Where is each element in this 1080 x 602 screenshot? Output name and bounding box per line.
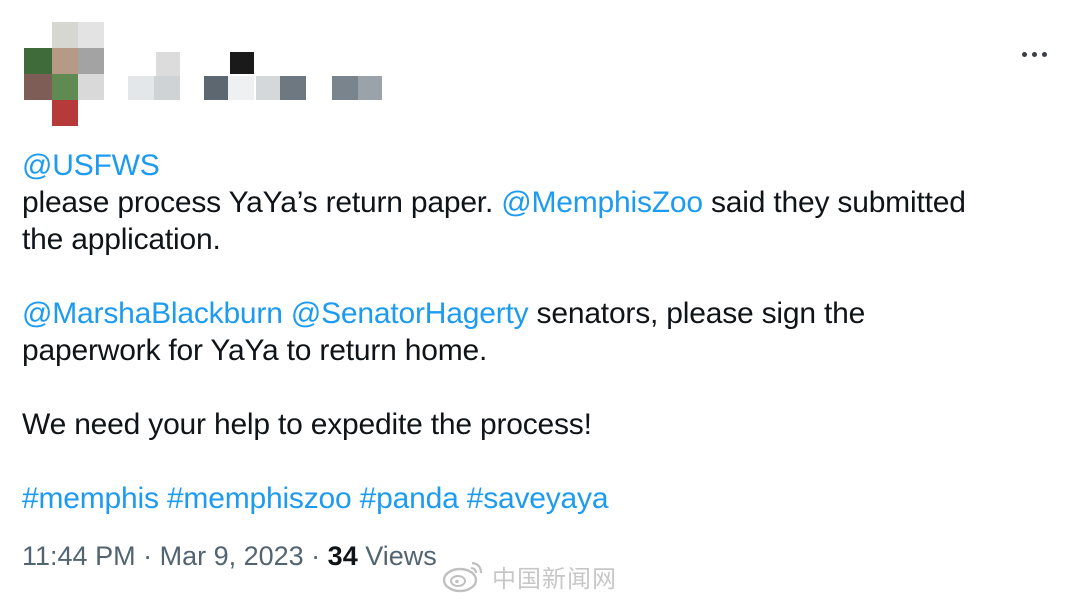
name-pixel: [154, 76, 180, 100]
name-pixel: [358, 76, 382, 100]
name-pixel: [230, 52, 254, 74]
text-line: the application.: [22, 221, 1052, 258]
avatar-pixel: [78, 74, 104, 100]
name-pixel: [156, 52, 180, 76]
meta-separator: ·: [303, 541, 328, 571]
tweet-card: @USFWS please process YaYa’s return pape…: [0, 0, 1080, 602]
more-options-button[interactable]: [1016, 36, 1052, 72]
name-pixel: [256, 76, 280, 100]
hashtag-panda[interactable]: #panda: [360, 482, 459, 515]
text-span: the application.: [22, 223, 221, 256]
avatar-pixel: [78, 48, 104, 74]
text-span: senators, please sign the: [528, 297, 866, 330]
text-line: paperwork for YaYa to return home.: [22, 332, 1052, 369]
avatar-pixel: [52, 100, 78, 126]
watermark: 中国新闻网: [442, 556, 617, 596]
mention-memphiszoo[interactable]: @MemphisZoo: [501, 186, 703, 219]
text-line: @USFWS: [22, 147, 1052, 184]
text-span: said they submitted: [702, 186, 966, 219]
name-pixel: [280, 76, 306, 100]
hashtag-saveyaya[interactable]: #saveyaya: [467, 482, 609, 515]
name-pixel: [228, 76, 254, 100]
text-span: [283, 297, 291, 330]
tweet-meta: 11:44 PM · Mar 9, 2023 · 34 Views: [22, 541, 437, 572]
watermark-text: 中国新闻网: [492, 564, 617, 593]
tweet-header: [0, 0, 1080, 140]
name-pixel: [204, 76, 228, 100]
tweet-time[interactable]: 11:44 PM: [22, 541, 136, 571]
text-line: We need your help to expedite the proces…: [22, 406, 1052, 443]
tweet-date[interactable]: Mar 9, 2023: [160, 541, 304, 571]
meta-separator: ·: [135, 541, 160, 571]
text-span: please process YaYa’s return paper.: [22, 186, 502, 219]
avatar-pixel: [24, 48, 52, 74]
views-label: Views: [357, 541, 437, 571]
avatar-pixel: [52, 74, 78, 100]
weibo-logo-icon: [442, 561, 483, 593]
author-name[interactable]: [128, 48, 388, 104]
name-pixel: [332, 76, 358, 100]
text-line: please process YaYa’s return paper. @Mem…: [22, 184, 1052, 221]
name-pixel: [128, 76, 154, 100]
author-avatar[interactable]: [24, 22, 104, 126]
views-count[interactable]: 34: [328, 541, 358, 571]
text-span: paperwork for YaYa to return home.: [22, 334, 488, 367]
mention-marshablackburn[interactable]: @MarshaBlackburn: [22, 297, 283, 330]
text-line: @MarshaBlackburn @SenatorHagerty senator…: [22, 295, 1052, 332]
mention-usfws[interactable]: @USFWS: [22, 149, 160, 182]
avatar-pixel: [52, 22, 78, 48]
tweet-text: @USFWS please process YaYa’s return pape…: [22, 147, 1052, 517]
avatar-pixel: [52, 48, 78, 74]
text-span: We need your help to expedite the proces…: [22, 408, 592, 441]
avatar-pixel: [78, 22, 104, 48]
avatar-pixel: [24, 74, 52, 100]
mention-senatorhagerty[interactable]: @SenatorHagerty: [291, 297, 529, 330]
hashtag-line: #memphis #memphiszoo #panda #saveyaya: [22, 480, 1052, 517]
more-horizontal-icon: [1021, 51, 1047, 57]
hashtag-memphis[interactable]: #memphis: [22, 482, 159, 515]
hashtag-memphiszoo[interactable]: #memphiszoo: [167, 482, 352, 515]
